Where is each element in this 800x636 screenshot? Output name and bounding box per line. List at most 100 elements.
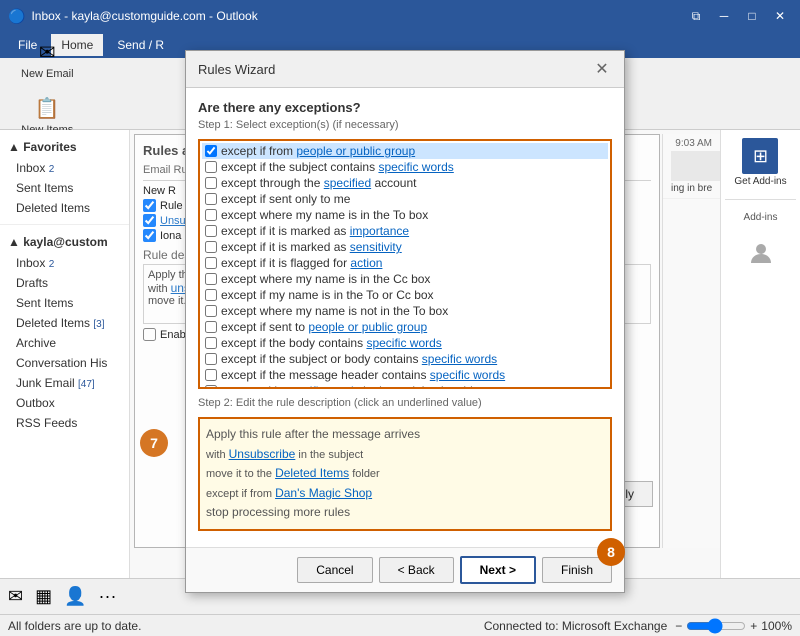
exception-11-checkbox[interactable]	[205, 321, 217, 333]
exception-2-checkbox[interactable]	[205, 177, 217, 189]
sidebar-item-sent-fav[interactable]: Sent Items	[0, 178, 129, 198]
right-panel-divider	[725, 199, 796, 200]
exception-5-link[interactable]: importance	[350, 224, 409, 238]
status-left: All folders are up to date.	[8, 619, 141, 633]
exception-3-checkbox[interactable]	[205, 193, 217, 205]
restore-btn[interactable]: ⧉	[684, 4, 708, 28]
title-bar-left: 🔵 Inbox - kayla@customguide.com - Outloo…	[8, 8, 258, 25]
maximize-btn[interactable]: □	[740, 4, 764, 28]
exception-item-4[interactable]: except where my name is in the To box	[202, 207, 608, 223]
exception-2-link[interactable]: specified	[324, 176, 371, 190]
rule-desc-link-unsubscribe[interactable]: Unsubscribe	[229, 447, 296, 461]
sidebar-item-junk[interactable]: Junk Email [47]	[0, 373, 129, 393]
rules-wizard-dialog: Rules Wizard ✕ Are there any exceptions?…	[185, 130, 625, 578]
rule-2-checkbox[interactable]	[143, 214, 156, 227]
step-8-badge: 8	[597, 538, 625, 566]
exception-10-checkbox[interactable]	[205, 305, 217, 317]
sidebar-item-inbox[interactable]: Inbox 2	[0, 253, 129, 273]
exception-12-link[interactable]: specific words	[366, 336, 441, 350]
rule-description-box: Apply this rule after the message arrive…	[198, 417, 612, 531]
sidebar-item-outbox[interactable]: Outbox	[0, 393, 129, 413]
exception-7-checkbox[interactable]	[205, 257, 217, 269]
dialog-body: Are there any exceptions? Step 1: Select…	[186, 130, 624, 547]
rule-desc-link-danshop[interactable]: Dan's Magic Shop	[275, 486, 372, 500]
get-addins-label: Get Add-ins	[734, 176, 786, 187]
sidebar-item-rss[interactable]: RSS Feeds	[0, 413, 129, 433]
exception-item-15[interactable]: except with specific words in the recipi…	[202, 383, 608, 389]
zoom-out-icon[interactable]: −	[675, 619, 682, 633]
more-nav-icon[interactable]: ···	[99, 586, 117, 607]
exception-item-1[interactable]: except if the subject contains specific …	[202, 159, 608, 175]
exception-0-checkbox[interactable]	[205, 145, 217, 157]
exception-6-link[interactable]: sensitivity	[350, 240, 402, 254]
new-email-label: New Email	[21, 68, 74, 80]
exception-14-link[interactable]: specific words	[430, 368, 505, 382]
close-btn[interactable]: ✕	[768, 4, 792, 28]
exception-7-link[interactable]: action	[350, 256, 382, 270]
exception-13-link[interactable]: specific words	[422, 352, 497, 366]
exception-item-6[interactable]: except if it is marked as sensitivity	[202, 239, 608, 255]
zoom-control[interactable]: − + 100%	[675, 618, 792, 634]
zoom-slider[interactable]	[686, 618, 746, 634]
exception-item-8[interactable]: except where my name is in the Cc box	[202, 271, 608, 287]
people-nav-icon[interactable]: 👤	[64, 586, 86, 607]
exception-item-2[interactable]: except through the specified account	[202, 175, 608, 191]
exception-item-12[interactable]: except if the body contains specific wor…	[202, 335, 608, 351]
exception-item-5[interactable]: except if it is marked as importance	[202, 223, 608, 239]
exception-13-checkbox[interactable]	[205, 353, 217, 365]
next-button[interactable]: Next >	[460, 556, 536, 578]
sidebar-item-inbox-fav[interactable]: Inbox 2	[0, 158, 129, 178]
minimize-btn[interactable]: ─	[712, 4, 736, 28]
exception-5-checkbox[interactable]	[205, 225, 217, 237]
account-header[interactable]: ▲ kayla@custom	[0, 231, 129, 253]
new-email-button[interactable]: ✉ New Email	[16, 31, 79, 85]
exceptions-list[interactable]: except if from people or public group ex…	[198, 139, 612, 389]
exception-9-checkbox[interactable]	[205, 289, 217, 301]
exception-15-checkbox[interactable]	[205, 385, 217, 389]
sidebar-item-archive[interactable]: Archive	[0, 333, 129, 353]
message-item[interactable]: 9:03 AM ing in breakfast	[663, 134, 720, 199]
exception-1-link[interactable]: specific words	[378, 160, 453, 174]
main-layout: ▲ Favorites Inbox 2 Sent Items Deleted I…	[0, 130, 800, 578]
exception-12-checkbox[interactable]	[205, 337, 217, 349]
calendar-nav-icon[interactable]: ▦	[35, 586, 52, 607]
exception-item-13[interactable]: except if the subject or body contains s…	[202, 351, 608, 367]
sidebar-item-conversation[interactable]: Conversation His	[0, 353, 129, 373]
title-bar-controls[interactable]: ⧉ ─ □ ✕	[684, 4, 792, 28]
back-button[interactable]: < Back	[379, 557, 454, 578]
exception-11-link[interactable]: people or public group	[308, 320, 427, 334]
status-right: Connected to: Microsoft Exchange − + 100…	[484, 618, 792, 634]
exception-0-link[interactable]: people or public group	[296, 144, 415, 158]
sidebar-item-sent[interactable]: Sent Items	[0, 293, 129, 313]
exception-4-checkbox[interactable]	[205, 209, 217, 221]
exception-item-11[interactable]: except if sent to people or public group	[202, 319, 608, 335]
rule-1-checkbox[interactable]	[143, 199, 156, 212]
cancel-button[interactable]: Cancel	[297, 557, 372, 578]
exception-item-3[interactable]: except if sent only to me	[202, 191, 608, 207]
get-addins-button[interactable]: ⊞ Get Add-ins	[734, 138, 786, 187]
sidebar-item-drafts[interactable]: Drafts	[0, 273, 129, 293]
exception-14-checkbox[interactable]	[205, 369, 217, 381]
exception-8-checkbox[interactable]	[205, 273, 217, 285]
mail-nav-icon[interactable]: ✉	[8, 586, 23, 607]
exception-item-9[interactable]: except if my name is in the To or Cc box	[202, 287, 608, 303]
zoom-in-icon[interactable]: +	[750, 619, 757, 633]
rule-3-checkbox[interactable]	[143, 229, 156, 242]
right-panel: ⊞ Get Add-ins Add-ins	[720, 130, 800, 578]
tab-send-receive[interactable]: Send / R	[107, 34, 174, 56]
sidebar-item-deleted-fav[interactable]: Deleted Items	[0, 198, 129, 218]
addins-person-icon	[747, 239, 775, 270]
exception-15-link[interactable]: specific words	[284, 384, 359, 389]
message-list: 9:03 AM ing in breakfast	[662, 134, 720, 548]
sidebar-item-deleted[interactable]: Deleted Items [3]	[0, 313, 129, 333]
exception-item-10[interactable]: except where my name is not in the To bo…	[202, 303, 608, 319]
favorites-header[interactable]: ▲ Favorites	[0, 136, 129, 158]
exception-item-0[interactable]: except if from people or public group	[202, 143, 608, 159]
exception-6-checkbox[interactable]	[205, 241, 217, 253]
rule-desc-link-deleted[interactable]: Deleted Items	[275, 466, 349, 480]
exception-item-14[interactable]: except if the message header contains sp…	[202, 367, 608, 383]
exception-item-7[interactable]: except if it is flagged for action	[202, 255, 608, 271]
enable-checkbox[interactable]	[143, 328, 156, 341]
exception-1-checkbox[interactable]	[205, 161, 217, 173]
message-preview: ing in breakfast	[671, 183, 712, 194]
